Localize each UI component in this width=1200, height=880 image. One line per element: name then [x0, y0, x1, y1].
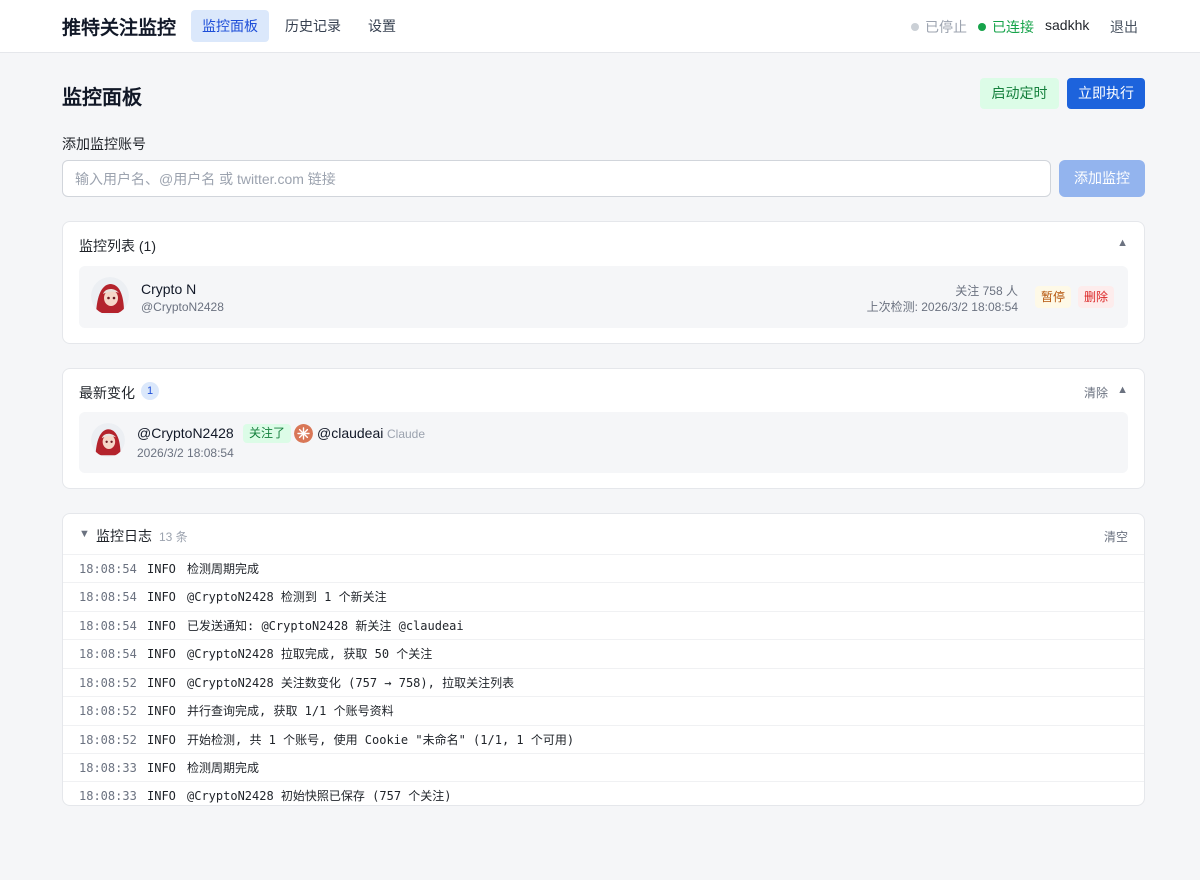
log-level: INFO — [147, 704, 176, 718]
monitor-item: Crypto N @CryptoN2428 关注 758 人 上次检测: 202… — [79, 266, 1128, 328]
monitor-list-card: 监控列表 (1) ▲ Crypto N @CryptoN2428 关注 758 … — [62, 221, 1145, 344]
status-connected: 已连接 — [978, 17, 1034, 37]
log-level: INFO — [147, 647, 176, 661]
add-account-input[interactable] — [62, 160, 1051, 197]
change-time: 2026/3/2 18:08:54 — [137, 446, 234, 460]
log-message: 已发送通知: @CryptoN2428 新关注 @claudeai — [187, 619, 464, 633]
following-count: 关注 758 人 — [955, 284, 1018, 298]
log-time: 18:08:52 — [79, 733, 137, 747]
app-brand: 推特关注监控 — [62, 18, 177, 39]
clear-log-button[interactable]: 清空 — [1104, 528, 1128, 545]
log-row: 18:08:52 INFO @CryptoN2428 关注数变化 (757 → … — [63, 668, 1144, 697]
log-row: 18:08:52 INFO 开始检测, 共 1 个账号, 使用 Cookie "… — [63, 725, 1144, 754]
log-row: 18:08:54 INFO @CryptoN2428 检测到 1 个新关注 — [63, 582, 1144, 611]
delete-button[interactable]: 删除 — [1078, 286, 1115, 308]
monitor-list-title: 监控列表 (1) — [79, 238, 156, 254]
collapse-icon[interactable]: ▲ — [1117, 237, 1128, 249]
log-time: 18:08:33 — [79, 761, 137, 775]
log-level: INFO — [147, 619, 176, 633]
change-target[interactable]: @claudeai — [317, 425, 383, 441]
status-stopped-label: 已停止 — [925, 19, 967, 35]
add-monitor-button[interactable]: 添加监控 — [1059, 160, 1145, 197]
log-level: INFO — [147, 733, 176, 747]
claude-avatar-icon — [294, 424, 313, 443]
pause-button[interactable]: 暂停 — [1035, 286, 1072, 308]
log-message: 检测周期完成 — [187, 761, 260, 775]
log-count: 13 条 — [159, 530, 188, 544]
account-name: Crypto N — [141, 281, 197, 297]
log-row: 18:08:33 INFO 检测周期完成 — [63, 753, 1144, 782]
monitor-log-card: ▼ 监控日志 13 条 清空 18:08:54 INFO 检测周期完成 18:0… — [62, 513, 1145, 806]
page-title: 监控面板 — [62, 87, 142, 109]
log-message: 并行查询完成, 获取 1/1 个账号资料 — [187, 704, 394, 718]
tab-history[interactable]: 历史记录 — [274, 10, 352, 42]
collapse-icon[interactable]: ▲ — [1117, 384, 1128, 396]
collapse-icon[interactable]: ▼ — [79, 528, 90, 540]
log-row: 18:08:54 INFO @CryptoN2428 拉取完成, 获取 50 个… — [63, 639, 1144, 668]
start-schedule-button[interactable]: 启动定时 — [980, 78, 1059, 109]
status-dot-icon — [978, 23, 986, 31]
run-now-button[interactable]: 立即执行 — [1067, 78, 1145, 109]
change-item: @CryptoN2428 关注了 @claudeai Claude 2026/3… — [79, 412, 1128, 473]
log-time: 18:08:52 — [79, 676, 137, 690]
log-level: INFO — [147, 676, 176, 690]
logout-link[interactable]: 退出 — [1110, 17, 1138, 37]
latest-changes-card: 最新变化 1 清除 ▲ @CryptoN2428 关注了 @claudeai C… — [62, 368, 1145, 489]
account-handle: @CryptoN2428 — [141, 300, 224, 314]
log-row: 18:08:52 INFO 并行查询完成, 获取 1/1 个账号资料 — [63, 696, 1144, 725]
followed-badge: 关注了 — [243, 424, 292, 443]
last-check-time: 上次检测: 2026/3/2 18:08:54 — [866, 300, 1018, 314]
status-stopped: 已停止 — [911, 17, 967, 37]
log-message: @CryptoN2428 拉取完成, 获取 50 个关注 — [187, 647, 433, 661]
tab-settings[interactable]: 设置 — [357, 10, 407, 42]
log-row: 18:08:54 INFO 已发送通知: @CryptoN2428 新关注 @c… — [63, 611, 1144, 640]
log-time: 18:08:52 — [79, 704, 137, 718]
change-target-name: Claude — [387, 427, 426, 441]
log-time: 18:08:54 — [79, 619, 137, 633]
log-title: 监控日志 — [96, 528, 152, 544]
log-message: @CryptoN2428 检测到 1 个新关注 — [187, 590, 387, 604]
change-actor[interactable]: @CryptoN2428 — [137, 425, 234, 441]
top-nav: 推特关注监控 监控面板 历史记录 设置 已停止 已连接 sadkhk 退出 — [0, 0, 1200, 53]
log-level: INFO — [147, 761, 176, 775]
log-level: INFO — [147, 562, 176, 576]
log-row: 18:08:54 INFO 检测周期完成 — [63, 554, 1144, 583]
log-row: 18:08:33 INFO @CryptoN2428 初始快照已保存 (757 … — [63, 781, 1144, 805]
tab-dashboard[interactable]: 监控面板 — [191, 10, 269, 42]
log-time: 18:08:33 — [79, 789, 137, 803]
log-time: 18:08:54 — [79, 590, 137, 604]
changes-count-badge: 1 — [141, 382, 159, 400]
log-level: INFO — [147, 590, 176, 604]
add-account-label: 添加监控账号 — [62, 136, 146, 152]
latest-changes-title: 最新变化 — [79, 385, 135, 401]
clear-changes-button[interactable]: 清除 — [1084, 384, 1108, 401]
log-message: 开始检测, 共 1 个账号, 使用 Cookie "未命名" (1/1, 1 个… — [187, 733, 575, 747]
log-message: @CryptoN2428 初始快照已保存 (757 个关注) — [187, 789, 452, 803]
avatar — [91, 423, 125, 457]
log-time: 18:08:54 — [79, 562, 137, 576]
log-message: 检测周期完成 — [187, 562, 260, 576]
log-message: @CryptoN2428 关注数变化 (757 → 758), 拉取关注列表 — [187, 676, 515, 690]
log-time: 18:08:54 — [79, 647, 137, 661]
status-connected-label: 已连接 — [992, 19, 1034, 35]
log-level: INFO — [147, 789, 176, 803]
status-dot-icon — [911, 23, 919, 31]
current-user: sadkhk — [1045, 17, 1090, 33]
avatar — [91, 277, 129, 315]
